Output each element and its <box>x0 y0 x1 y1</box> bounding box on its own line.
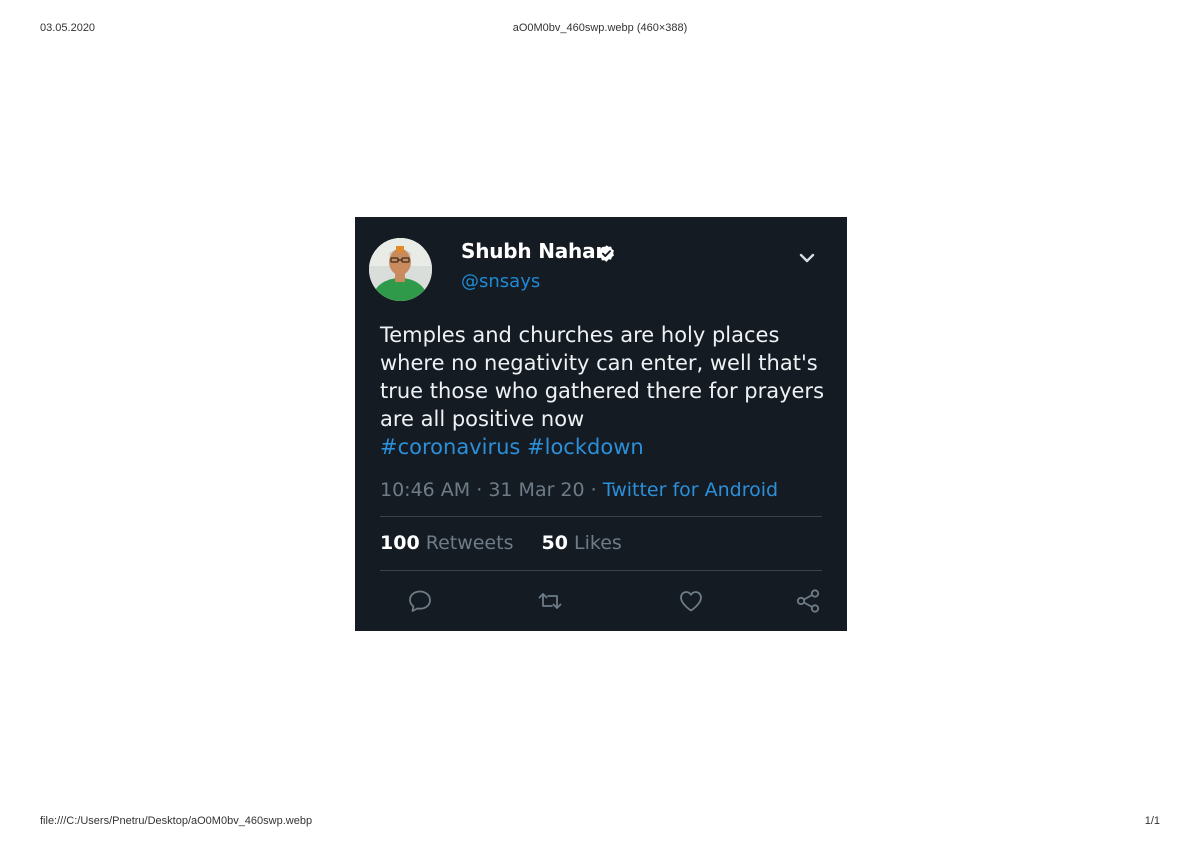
divider <box>380 570 822 571</box>
meta-separator: · <box>476 479 483 501</box>
likes-count: 50 <box>541 532 568 554</box>
likes-label: Likes <box>574 532 622 554</box>
likes-stat[interactable]: 50 Likes <box>542 532 622 554</box>
avatar[interactable] <box>369 238 432 301</box>
hashtag-link[interactable]: #lockdown <box>527 435 644 459</box>
reply-icon[interactable] <box>406 587 434 615</box>
retweets-label: Retweets <box>425 532 514 554</box>
print-footer-page: 1/1 <box>1144 815 1160 827</box>
tweet-date[interactable]: 31 Mar 20 <box>488 479 584 501</box>
tweet-text-line: are all positive now <box>380 407 585 431</box>
hashtag-line: #coronavirus #lockdown <box>380 433 830 461</box>
heart-icon[interactable] <box>677 587 705 615</box>
print-footer-path: file:///C:/Users/Pnetru/Desktop/aO0M0bv_… <box>40 815 313 827</box>
retweets-stat[interactable]: 100 Retweets <box>380 532 513 554</box>
tweet-text: Temples and churches are holy places whe… <box>380 321 830 461</box>
tweet-time[interactable]: 10:46 AM <box>380 479 470 501</box>
share-icon[interactable] <box>794 587 822 615</box>
verified-badge-icon <box>597 244 616 263</box>
divider <box>380 516 822 517</box>
hashtag-link[interactable]: #coronavirus <box>380 435 520 459</box>
tweet-text-line: Temples and churches are holy places <box>380 323 780 347</box>
retweet-icon[interactable] <box>536 587 564 615</box>
chevron-down-icon[interactable] <box>797 250 817 264</box>
tweet-text-line: true those who gathered there for prayer… <box>380 379 825 403</box>
tweet-stats: 100 Retweets 50 Likes <box>380 532 622 554</box>
display-name[interactable]: Shubh Nahar <box>461 239 605 263</box>
meta-separator: · <box>590 479 597 501</box>
user-handle[interactable]: @snsays <box>461 271 540 292</box>
tweet-card: Shubh Nahar @snsays Temples and churches… <box>355 217 847 631</box>
print-header-title: aO0M0bv_460swp.webp (460×388) <box>512 22 688 34</box>
tweet-source-link[interactable]: Twitter for Android <box>603 479 778 501</box>
retweets-count: 100 <box>380 532 420 554</box>
tweet-meta: 10:46 AM · 31 Mar 20 · Twitter for Andro… <box>380 479 778 501</box>
tweet-text-line: where no negativity can enter, well that… <box>380 351 818 375</box>
